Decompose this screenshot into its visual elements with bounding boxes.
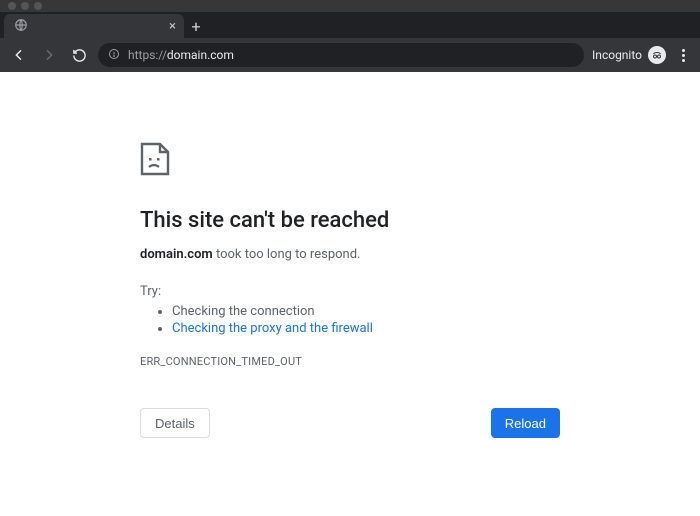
try-label: Try: [140,284,700,299]
back-button[interactable] [8,44,30,66]
error-reason: took too long to respond. [213,247,361,262]
window-titlebar [0,0,700,12]
details-button[interactable]: Details [140,408,210,438]
close-icon[interactable]: × [169,19,176,34]
error-headline: This site can't be reached [140,208,700,233]
sad-page-icon [140,142,700,180]
tab-strip: × + [0,12,700,38]
browser-tab[interactable]: × [4,14,184,38]
suggestion-list: Checking the connection Checking the pro… [172,303,700,337]
error-code: ERR_CONNECTION_TIMED_OUT [140,355,700,368]
new-tab-button[interactable]: + [184,14,208,38]
address-bar[interactable]: https://domain.com [98,43,584,67]
url-host: domain.com [167,48,234,62]
traffic-light-minimize[interactable] [21,2,29,10]
error-page: This site can't be reached domain.com to… [0,72,700,438]
error-button-row: Details Reload [140,408,560,438]
globe-icon [14,18,28,35]
suggestion-proxy: Checking the proxy and the firewall [172,320,700,337]
reload-page-button[interactable]: Reload [491,408,560,438]
incognito-indicator: Incognito [592,46,666,64]
proxy-help-link[interactable]: Checking the proxy and the firewall [172,321,373,336]
error-host: domain.com [140,247,213,262]
incognito-label: Incognito [592,48,642,62]
url-protocol: https:// [128,48,167,62]
browser-menu-button[interactable] [674,49,692,62]
forward-button[interactable] [38,44,60,66]
reload-button[interactable] [68,44,90,66]
suggestion-connection: Checking the connection [172,303,700,320]
site-info-icon[interactable] [108,48,120,63]
browser-toolbar: https://domain.com Incognito [0,38,700,72]
address-text: https://domain.com [128,48,234,62]
traffic-light-close[interactable] [8,2,16,10]
error-subline: domain.com took too long to respond. [140,247,700,262]
incognito-icon [648,46,666,64]
traffic-light-zoom[interactable] [34,2,42,10]
